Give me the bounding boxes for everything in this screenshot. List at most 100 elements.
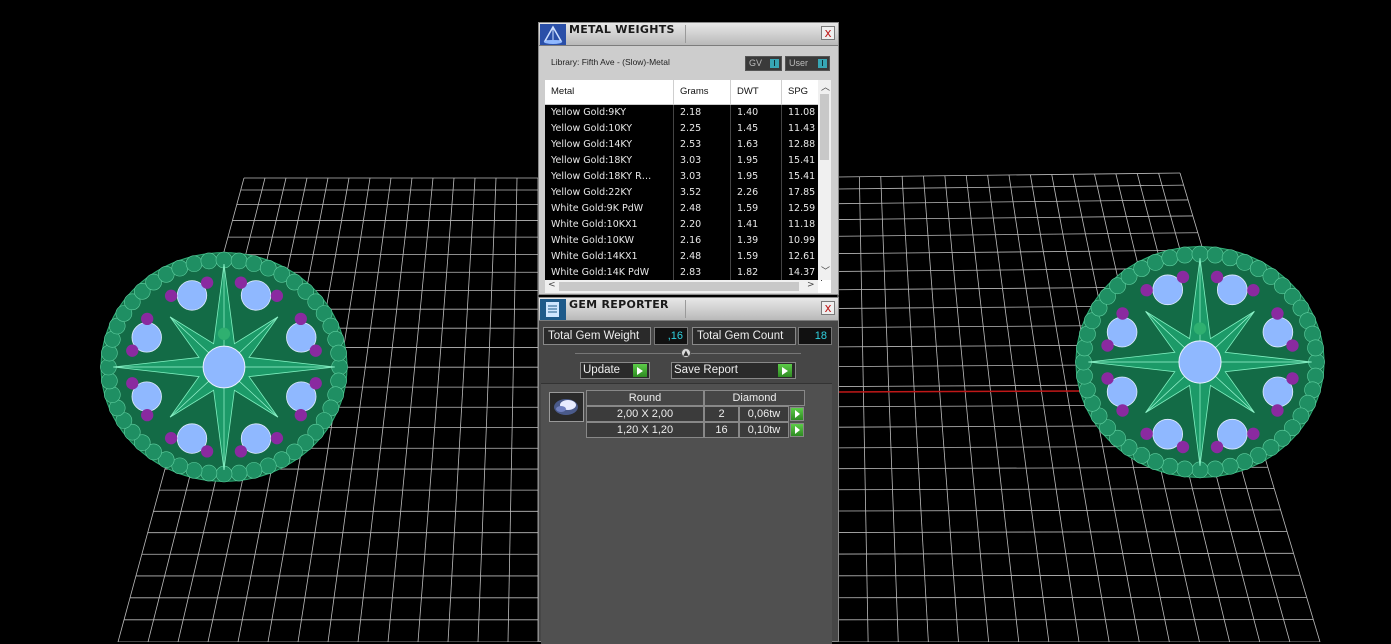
- grid-line: [478, 178, 496, 642]
- column-header[interactable]: SPG: [782, 80, 822, 104]
- purple-gem: [201, 277, 213, 289]
- gem-weight: 0,10tw: [739, 422, 789, 438]
- total-gem-weight-value: ,16: [654, 327, 688, 345]
- horizontal-scroll-thumb[interactable]: [559, 282, 799, 291]
- total-gem-count-value: 18: [798, 327, 832, 345]
- report-icon: [540, 299, 566, 320]
- star-earring-model-right[interactable]: [1075, 246, 1324, 478]
- close-icon[interactable]: x: [821, 301, 835, 315]
- total-gem-weight-label: Total Gem Weight: [543, 327, 651, 345]
- table-row[interactable]: White Gold:10KW2.161.3910.99: [545, 233, 818, 249]
- table-row[interactable]: Yellow Gold:22KY3.522.2617.85: [545, 185, 818, 201]
- table-row[interactable]: White Gold:14K PdW2.831.8214.37: [545, 265, 818, 281]
- table-row[interactable]: White Gold:14KX12.481.5912.61: [545, 249, 818, 265]
- title-separator: [685, 300, 686, 318]
- grid-line: [902, 176, 928, 642]
- table-row[interactable]: White Gold:9K PdW2.481.5912.59: [545, 201, 818, 217]
- x-axis-line: [838, 391, 1085, 392]
- purple-gem: [165, 432, 177, 444]
- purple-gem: [126, 345, 138, 357]
- scroll-left-icon[interactable]: <: [548, 280, 556, 290]
- gem-count: 2: [704, 406, 739, 422]
- metal-weights-titlebar[interactable]: METAL WEIGHTS x: [539, 23, 838, 46]
- vertical-scroll-thumb[interactable]: [820, 94, 829, 160]
- table-row[interactable]: Yellow Gold:10KY2.251.4511.43: [545, 121, 818, 137]
- gem-row-select-button[interactable]: [790, 407, 804, 421]
- grid-line: [881, 177, 899, 643]
- save-report-button[interactable]: Save Report: [671, 362, 796, 379]
- table-row[interactable]: Yellow Gold:14KY2.531.6312.88: [545, 137, 818, 153]
- update-button[interactable]: Update: [580, 362, 650, 379]
- center-gem: [203, 346, 245, 388]
- collapse-icon[interactable]: ▲: [681, 348, 691, 358]
- purple-gem: [295, 409, 307, 421]
- table-cell: 1.59: [731, 249, 782, 265]
- table-cell: White Gold:10KX1: [545, 217, 674, 233]
- scale-icon: [540, 24, 566, 45]
- metal-table: MetalGramsDWTSPG Yellow Gold:9KY2.181.40…: [545, 80, 831, 293]
- close-icon[interactable]: x: [821, 26, 835, 40]
- table-cell: Yellow Gold:18KY: [545, 153, 674, 169]
- column-header[interactable]: Metal: [545, 80, 674, 104]
- purple-gem: [1116, 404, 1128, 416]
- bead: [201, 465, 217, 481]
- user-label: User: [789, 58, 808, 68]
- vertical-scrollbar[interactable]: ︿ ﹀: [818, 80, 831, 280]
- table-cell: 1.82: [731, 265, 782, 281]
- column-header[interactable]: Grams: [674, 80, 731, 104]
- bead: [1222, 250, 1238, 266]
- star-earring-model-left[interactable]: [100, 252, 347, 482]
- gv-toggle[interactable]: GV I: [745, 56, 782, 71]
- table-cell: 2.18: [674, 105, 731, 121]
- bead: [1177, 461, 1193, 477]
- play-icon: [633, 364, 647, 377]
- gem-reporter-panel: GEM REPORTER x Total Gem Weight ,16 Tota…: [538, 297, 839, 642]
- grid-line: [924, 176, 959, 642]
- purple-gem: [141, 313, 153, 325]
- purple-gem: [1286, 372, 1298, 384]
- bead: [1177, 247, 1193, 263]
- table-cell: 1.95: [731, 153, 782, 169]
- gem-count: 16: [704, 422, 739, 438]
- table-row[interactable]: Yellow Gold:18KY3.031.9515.41: [545, 153, 818, 169]
- scroll-down-icon[interactable]: ﹀: [821, 264, 830, 277]
- bead: [1237, 454, 1253, 470]
- bead: [1076, 340, 1092, 356]
- purple-gem: [1101, 372, 1113, 384]
- metal-table-header: MetalGramsDWTSPG: [545, 80, 818, 105]
- gem-icon: [550, 393, 583, 421]
- table-cell: 2.16: [674, 233, 731, 249]
- grid-line: [418, 178, 454, 642]
- table-cell: 1.95: [731, 169, 782, 185]
- round-diamond-thumbnail[interactable]: [549, 392, 584, 422]
- horizontal-scrollbar[interactable]: < >: [545, 280, 818, 293]
- table-cell: Yellow Gold:10KY: [545, 121, 674, 137]
- purple-gem: [310, 377, 322, 389]
- user-toggle[interactable]: User I: [785, 56, 830, 71]
- gem-row-select-button[interactable]: [790, 423, 804, 437]
- table-row[interactable]: Yellow Gold:18KY R…3.031.9515.41: [545, 169, 818, 185]
- shape-header: Round: [586, 390, 704, 406]
- table-cell: 3.03: [674, 153, 731, 169]
- purple-gem: [1116, 307, 1128, 319]
- splitter-handle[interactable]: ▲: [575, 353, 801, 354]
- gem-size: 1,20 X 1,20: [586, 422, 704, 438]
- bead: [172, 260, 188, 276]
- bead: [328, 331, 344, 347]
- column-header[interactable]: DWT: [731, 80, 782, 104]
- bead: [1162, 458, 1178, 474]
- table-cell: 1.45: [731, 121, 782, 137]
- scroll-right-icon[interactable]: >: [807, 280, 815, 290]
- bead: [101, 373, 117, 389]
- table-cell: 2.83: [674, 265, 731, 281]
- table-row[interactable]: White Gold:10KX12.201.4111.18: [545, 217, 818, 233]
- table-cell: 10.99: [782, 233, 822, 249]
- scroll-up-icon[interactable]: ︿: [821, 80, 830, 93]
- bead: [186, 462, 202, 478]
- table-row[interactable]: Yellow Gold:9KY2.181.4011.08: [545, 105, 818, 121]
- table-cell: 12.59: [782, 201, 822, 217]
- table-cell: 1.39: [731, 233, 782, 249]
- gem-reporter-titlebar[interactable]: GEM REPORTER x: [539, 298, 838, 321]
- grid-line: [859, 177, 868, 642]
- table-cell: 2.48: [674, 201, 731, 217]
